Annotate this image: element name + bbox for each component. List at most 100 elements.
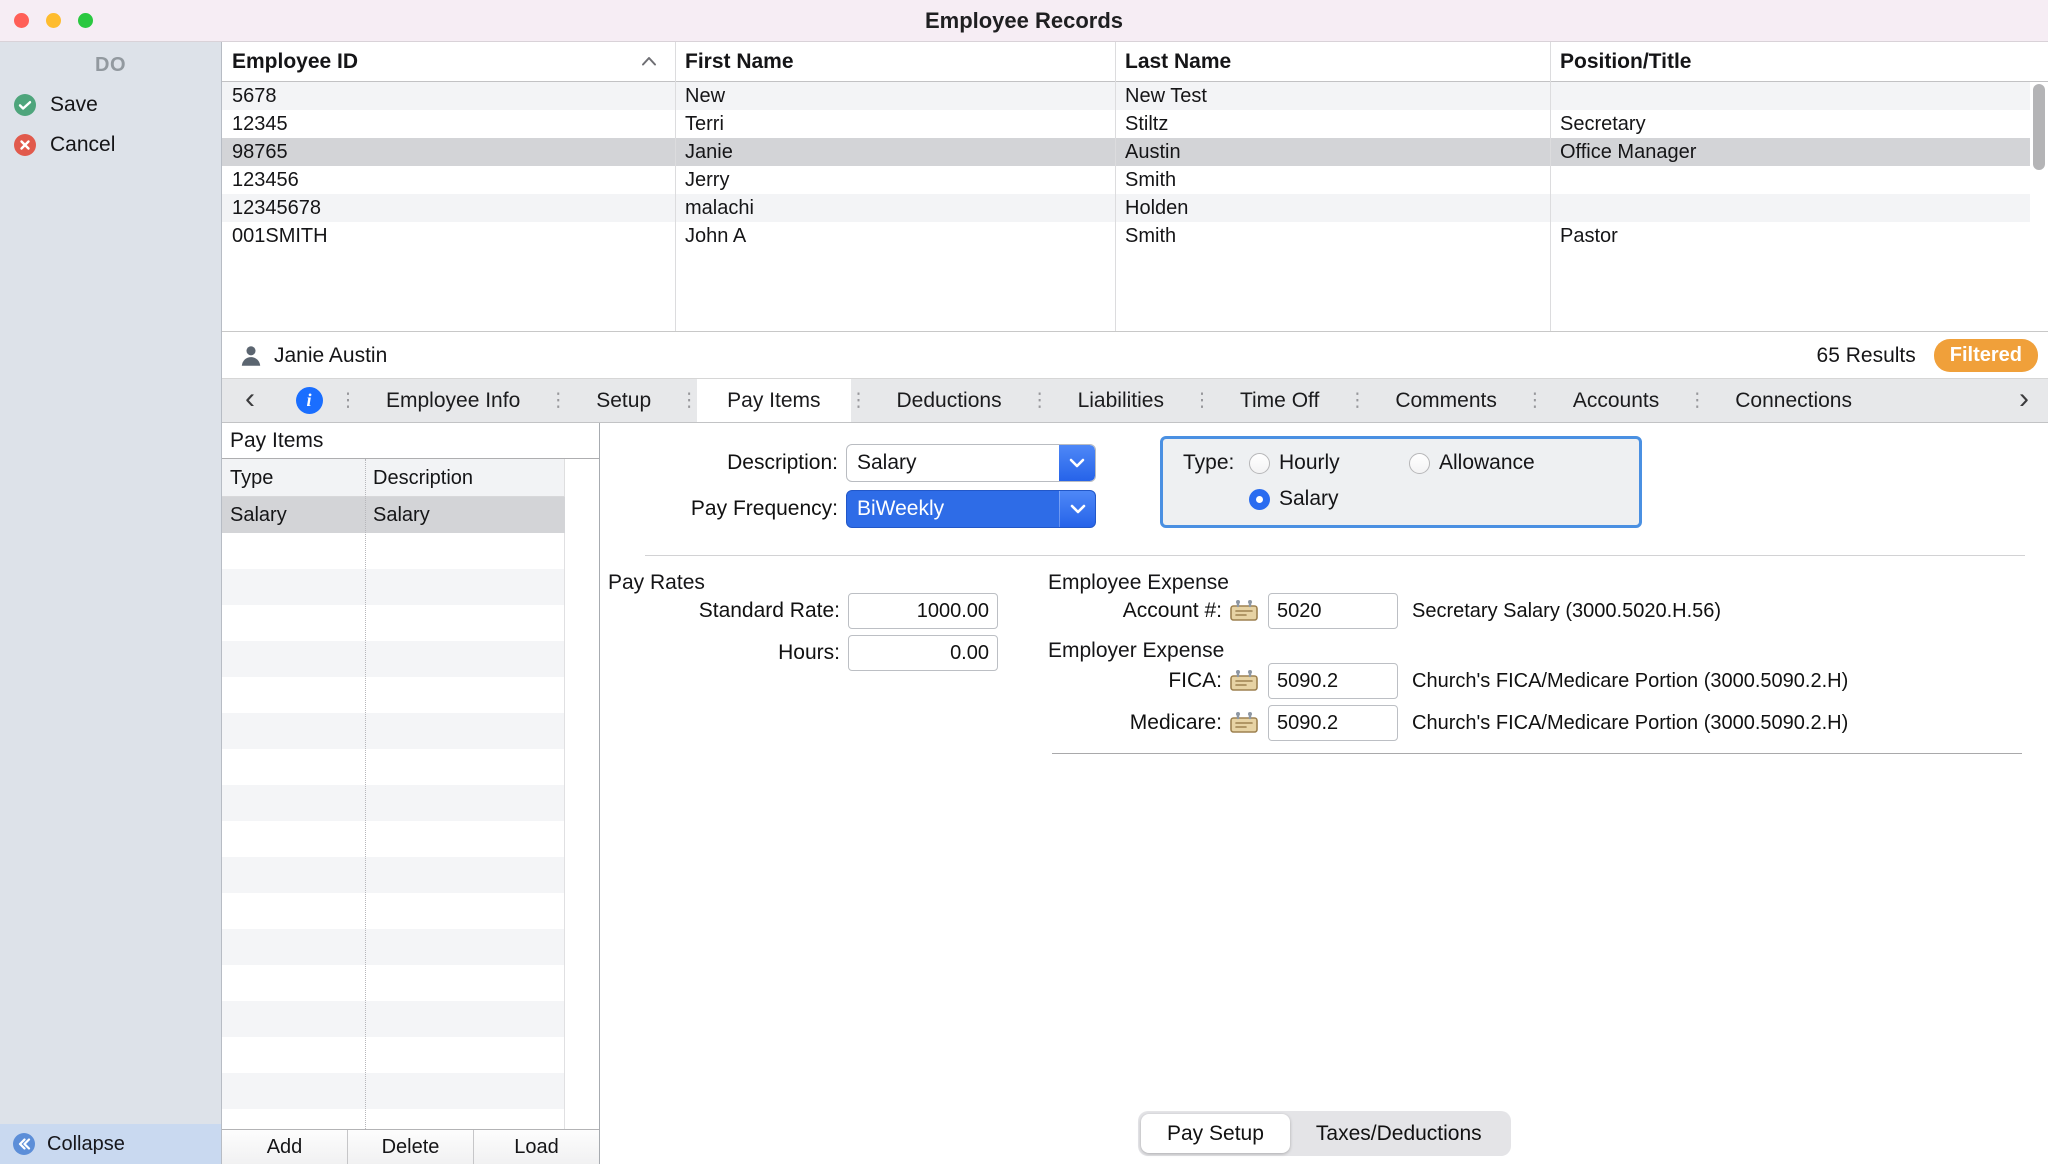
- radio-salary[interactable]: Salary: [1249, 485, 1339, 513]
- cell-position: Secretary: [1550, 110, 2048, 138]
- table-row[interactable]: 001SMITH John A Smith Pastor: [222, 222, 2030, 250]
- dropdown-chevron-icon[interactable]: [1059, 491, 1095, 527]
- pay-items-panel-title: Pay Items: [222, 423, 599, 459]
- account-lookup-icon[interactable]: [1228, 597, 1260, 625]
- employer-expense-heading: Employer Expense: [1048, 637, 1224, 665]
- column-header-first-name[interactable]: First Name: [675, 42, 1115, 82]
- list-column-divider: [365, 459, 366, 1129]
- table-scrollbar[interactable]: [2030, 82, 2048, 331]
- column-header-last-name[interactable]: Last Name: [1115, 42, 1550, 82]
- person-icon: [238, 343, 264, 369]
- tab-separator: ⋮: [340, 379, 356, 422]
- standard-rate-input[interactable]: [848, 593, 998, 629]
- medicare-account-input[interactable]: [1268, 705, 1398, 741]
- tab-deductions[interactable]: Deductions: [867, 379, 1032, 422]
- pay-item-row-selected[interactable]: Salary Salary: [222, 497, 565, 533]
- table-row[interactable]: 12345678 malachi Holden: [222, 194, 2030, 222]
- type-label: Type:: [1183, 449, 1234, 477]
- segment-taxes-deductions[interactable]: Taxes/Deductions: [1290, 1114, 1508, 1153]
- tabs-scroll-left-button[interactable]: ‹: [222, 379, 278, 422]
- add-button[interactable]: Add: [222, 1130, 348, 1164]
- pay-items-list: Salary Salary: [222, 497, 565, 1129]
- medicare-lookup-icon[interactable]: [1228, 709, 1260, 737]
- delete-button[interactable]: Delete: [348, 1130, 474, 1164]
- info-icon: i: [296, 387, 323, 414]
- cell-first-name: New: [675, 82, 1115, 110]
- tab-pay-items[interactable]: Pay Items: [697, 379, 850, 422]
- table-row-selected[interactable]: 98765 Janie Austin Office Manager: [222, 138, 2030, 166]
- title-bar: Employee Records: [0, 0, 2048, 42]
- tab-employee-info[interactable]: Employee Info: [356, 379, 550, 422]
- list-column-type[interactable]: Type: [222, 459, 365, 497]
- cell-position: [1550, 194, 2048, 222]
- cell-employee-id: 123456: [222, 166, 675, 194]
- description-select[interactable]: Salary: [846, 444, 1096, 482]
- fica-account-input[interactable]: [1268, 663, 1398, 699]
- standard-rate-label: Standard Rate:: [600, 593, 840, 629]
- cell-last-name: Holden: [1115, 194, 1550, 222]
- column-header-employee-id[interactable]: Employee ID: [222, 42, 675, 82]
- tab-connections[interactable]: Connections: [1705, 379, 1882, 422]
- collapse-sidebar-button[interactable]: Collapse: [0, 1124, 221, 1164]
- scrollbar-thumb[interactable]: [2033, 84, 2045, 170]
- info-tab[interactable]: i: [278, 379, 340, 422]
- cell-last-name: Austin: [1115, 138, 1550, 166]
- cell-employee-id: 98765: [222, 138, 675, 166]
- employee-table: Employee ID First Name Last Name Positio…: [222, 42, 2048, 332]
- save-button[interactable]: Save: [0, 85, 221, 125]
- hours-label: Hours:: [600, 635, 840, 671]
- cancel-x-icon: [13, 133, 37, 157]
- account-number-input[interactable]: [1268, 593, 1398, 629]
- cell-position: [1550, 82, 2048, 110]
- section-divider: [1052, 753, 2022, 754]
- table-row[interactable]: 123456 Jerry Smith: [222, 166, 2030, 194]
- cell-first-name: Terri: [675, 110, 1115, 138]
- table-row[interactable]: 5678 New New Test: [222, 82, 2030, 110]
- column-header-position[interactable]: Position/Title: [1550, 42, 2048, 82]
- tab-comments[interactable]: Comments: [1365, 379, 1527, 422]
- collapse-label: Collapse: [47, 1133, 125, 1156]
- tab-accounts[interactable]: Accounts: [1543, 379, 1689, 422]
- cancel-label: Cancel: [50, 133, 115, 157]
- tab-setup[interactable]: Setup: [566, 379, 681, 422]
- record-name: Janie Austin: [274, 344, 387, 368]
- cancel-button[interactable]: Cancel: [0, 125, 221, 165]
- save-label: Save: [50, 93, 98, 117]
- medicare-label: Medicare:: [1048, 705, 1222, 741]
- cell-first-name: malachi: [675, 194, 1115, 222]
- filtered-badge[interactable]: Filtered: [1934, 339, 2038, 372]
- pay-item-type: Salary: [222, 497, 365, 533]
- tab-strip: ‹ i ⋮ Employee Info ⋮ Setup ⋮ Pay Items …: [222, 379, 2048, 423]
- tab-time-off[interactable]: Time Off: [1210, 379, 1349, 422]
- window-title: Employee Records: [0, 0, 2048, 42]
- tabs-scroll-right-button[interactable]: ›: [2000, 379, 2048, 422]
- pay-frequency-select[interactable]: BiWeekly: [846, 490, 1096, 528]
- medicare-description: Church's FICA/Medicare Portion (3000.509…: [1412, 705, 1848, 741]
- segment-pay-setup[interactable]: Pay Setup: [1141, 1114, 1290, 1153]
- list-column-description[interactable]: Description: [365, 459, 565, 497]
- radio-allowance[interactable]: Allowance: [1409, 449, 1535, 477]
- tab-liabilities[interactable]: Liabilities: [1048, 379, 1194, 422]
- table-row[interactable]: 12345 Terri Stiltz Secretary: [222, 110, 2030, 138]
- radio-hourly[interactable]: Hourly: [1249, 449, 1340, 477]
- type-radio-group: Type: Hourly Allowance Salary: [1160, 436, 1642, 528]
- cell-last-name: Stiltz: [1115, 110, 1550, 138]
- column-label: Employee ID: [232, 50, 358, 73]
- account-number-label: Account #:: [1048, 593, 1222, 629]
- cell-position: Pastor: [1550, 222, 2048, 250]
- load-button[interactable]: Load: [474, 1130, 599, 1164]
- tab-separator: ⋮: [1349, 379, 1365, 422]
- cell-first-name: Janie: [675, 138, 1115, 166]
- account-description: Secretary Salary (3000.5020.H.56): [1412, 593, 1721, 629]
- cell-position: [1550, 166, 2048, 194]
- cell-employee-id: 5678: [222, 82, 675, 110]
- radio-label: Allowance: [1439, 451, 1535, 475]
- cell-employee-id: 12345678: [222, 194, 675, 222]
- hours-input[interactable]: [848, 635, 998, 671]
- dropdown-chevron-icon[interactable]: [1059, 445, 1095, 481]
- radio-circle: [1409, 453, 1430, 474]
- table-header: Employee ID First Name Last Name Positio…: [222, 42, 2048, 82]
- cell-employee-id: 001SMITH: [222, 222, 675, 250]
- cell-last-name: Smith: [1115, 166, 1550, 194]
- fica-lookup-icon[interactable]: [1228, 667, 1260, 695]
